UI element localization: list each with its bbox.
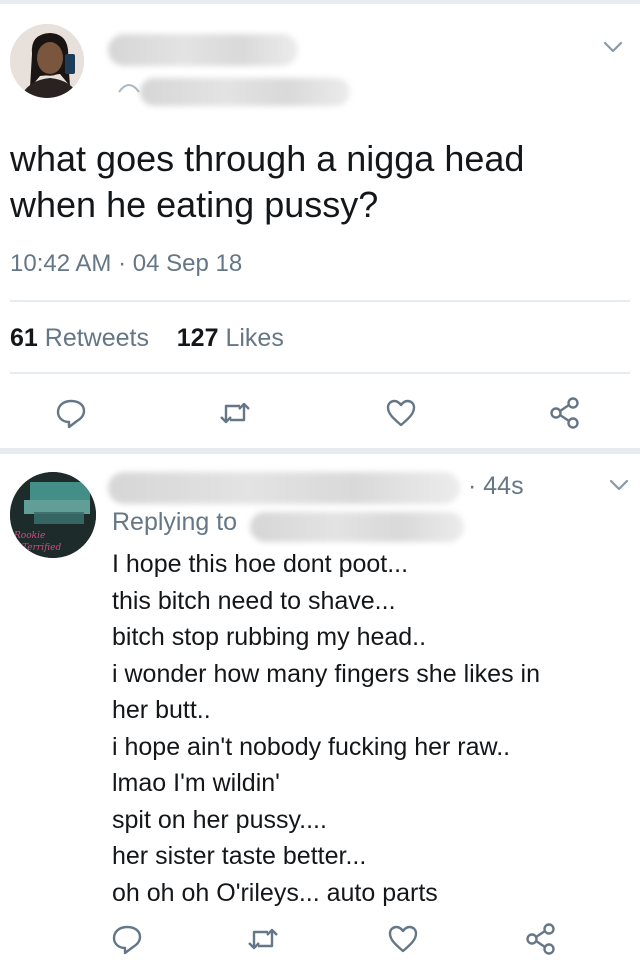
reply-line: her sister taste better...: [112, 842, 367, 870]
share-icon[interactable]: [548, 396, 582, 430]
chevron-down-icon[interactable]: [608, 478, 630, 492]
tweet-timestamp[interactable]: 10:42 AM · 04 Sep 18: [10, 250, 242, 278]
replying-to-handle-redacted[interactable]: [250, 512, 464, 542]
handle-fragment-icon: [118, 84, 140, 93]
replying-to-label: Replying to: [112, 508, 238, 536]
likes-count: 127: [176, 324, 219, 352]
reply-line: bitch stop rubbing my head..: [112, 623, 427, 651]
reply-line: oh oh oh O'rileys... auto parts: [112, 878, 438, 907]
reply-line: I hope this hoe dont poot...: [112, 550, 409, 578]
reply-line: her butt..: [112, 696, 211, 724]
tweet-separator: [0, 448, 640, 454]
reply-line: lmao I'm wildin': [112, 769, 280, 797]
reply-time[interactable]: · 44s: [468, 472, 524, 501]
like-icon[interactable]: [384, 396, 418, 430]
likes-label: Likes: [225, 324, 284, 352]
retweets-label: Retweets: [44, 324, 149, 352]
likes-stat[interactable]: 127 Likes: [177, 324, 284, 352]
tweet-text: what goes through a nigga head when he e…: [10, 138, 525, 225]
chevron-down-icon[interactable]: [602, 40, 624, 54]
reply-text: I hope this hoe dont poot... this bitch …: [112, 546, 612, 911]
tweet-stats: 61 Retweets 127 Likes: [10, 324, 284, 353]
author-handle-redacted: [140, 78, 350, 106]
reply-author-name-redacted: [108, 472, 460, 504]
author-name-redacted: [108, 34, 298, 66]
reply-icon[interactable]: [54, 396, 88, 430]
retweet-icon[interactable]: [218, 396, 252, 430]
svg-text:Terrified: Terrified: [22, 543, 61, 553]
share-icon[interactable]: [524, 922, 558, 956]
author-avatar[interactable]: [10, 24, 84, 98]
retweets-stat[interactable]: 61 Retweets: [10, 324, 149, 352]
reply-line: i hope ain't nobody fucking her raw..: [112, 732, 511, 761]
retweets-count: 61: [10, 324, 38, 352]
reply-author-avatar[interactable]: Rookie Terrified: [10, 472, 96, 558]
top-border: [0, 0, 640, 4]
like-icon[interactable]: [386, 922, 420, 956]
divider: [10, 300, 630, 302]
divider: [10, 372, 630, 374]
svg-text:Rookie: Rookie: [13, 531, 45, 541]
reply-line: this bitch need to shave...: [112, 586, 396, 615]
reply-line: i wonder how many fingers she likes in: [112, 659, 540, 688]
reply-icon[interactable]: [110, 922, 144, 956]
retweet-icon[interactable]: [246, 922, 280, 956]
reply-line: spit on her pussy....: [112, 805, 327, 834]
